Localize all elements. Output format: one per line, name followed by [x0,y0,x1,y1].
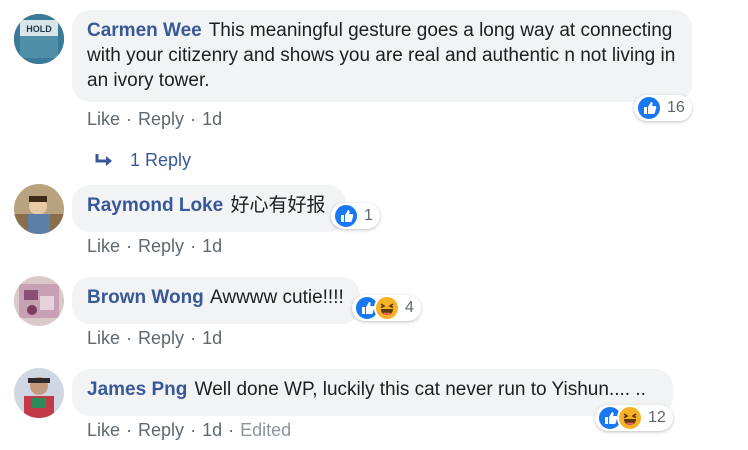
avatar[interactable]: HOLD [14,14,64,64]
timestamp[interactable]: 1d [202,236,222,256]
reaction-summary[interactable]: 4 [352,295,421,321]
comment-actions: Like · Reply · 1d · Edited [87,420,291,441]
timestamp[interactable]: 1d [202,420,222,440]
comment-text: 好心有好报 [230,194,326,216]
separator: · [126,109,133,129]
reaction-summary[interactable]: 1 [331,203,380,229]
comment-text: Well done WP, luckily this cat never run… [194,379,646,400]
avatar[interactable] [14,276,64,326]
avatar-image [14,368,64,418]
comment-bubble: James Png Well done WP, luckily this cat… [72,369,673,416]
reaction-count: 1 [364,207,373,224]
comment-bubble: Carmen Wee This meaningful gesture goes … [72,10,692,102]
haha-icon [617,405,643,431]
avatar-image [14,184,64,234]
comment-author[interactable]: Raymond Loke [87,195,223,216]
comment-author[interactable]: Carmen Wee [87,20,202,41]
timestamp[interactable]: 1d [202,328,222,348]
separator: · [126,328,133,348]
reaction-count: 12 [648,409,666,426]
reply-link[interactable]: Reply [138,109,184,129]
edited-label[interactable]: Edited [240,420,291,440]
reply-link[interactable]: Reply [138,328,184,348]
reaction-count: 4 [405,299,414,316]
comment-bubble: Brown Wong Awwww cutie!!!! [72,277,360,324]
comment-author[interactable]: Brown Wong [87,287,204,308]
avatar-image: HOLD [14,14,64,64]
comment-text: Awwww cutie!!!! [210,287,344,308]
haha-icon [374,295,400,321]
svg-text:HOLD: HOLD [26,24,52,34]
comment-actions: Like · Reply · 1d [87,109,222,130]
avatar[interactable] [14,184,64,234]
comment-actions: Like · Reply · 1d [87,328,222,349]
separator: · [190,328,197,348]
reply-link[interactable]: Reply [138,236,184,256]
like-link[interactable]: Like [87,328,120,348]
comment-bubble: Raymond Loke 好心有好报 [72,185,346,232]
separator: · [126,236,133,256]
timestamp[interactable]: 1d [202,109,222,129]
avatar[interactable] [14,368,64,418]
reaction-summary[interactable]: 12 [595,405,673,431]
like-link[interactable]: Like [87,236,120,256]
like-icon [636,95,662,121]
separator: · [126,420,133,440]
separator: · [190,236,197,256]
like-link[interactable]: Like [87,109,120,129]
reaction-summary[interactable]: 16 [634,95,692,121]
view-replies-link[interactable]: 1 Reply [94,150,191,171]
comment-author[interactable]: James Png [87,379,187,400]
separator: · [228,420,235,440]
separator: · [190,420,197,440]
replies-count[interactable]: 1 Reply [130,150,191,171]
avatar-image [14,276,64,326]
like-link[interactable]: Like [87,420,120,440]
comment-actions: Like · Reply · 1d [87,236,222,257]
reply-link[interactable]: Reply [138,420,184,440]
separator: · [190,109,197,129]
reply-arrow-icon [94,152,116,170]
reaction-count: 16 [667,99,685,116]
like-icon [333,203,359,229]
